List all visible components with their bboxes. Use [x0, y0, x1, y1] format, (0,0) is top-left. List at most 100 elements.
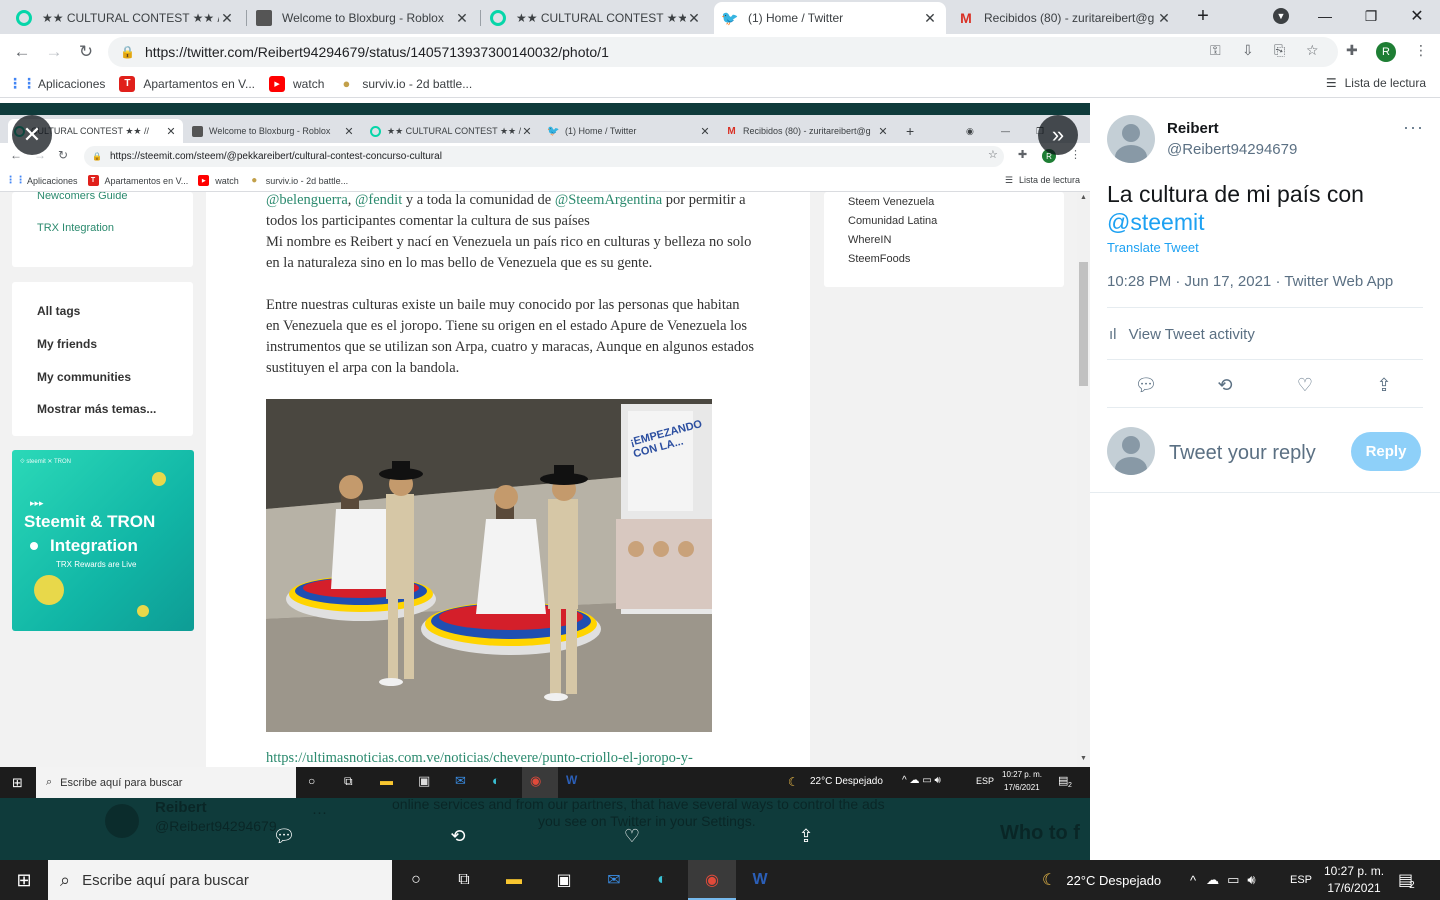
word-icon[interactable]: W [748, 868, 772, 892]
minimize-icon: — [1001, 126, 1010, 136]
trovit-icon: T [119, 75, 136, 92]
mention-link[interactable]: @steemit [1107, 209, 1204, 235]
retweet-icon[interactable]: ⟲ [1213, 373, 1237, 397]
shot-tab-cultural-2: ★★ CULTURAL CONTEST ★★ // ✕ [364, 119, 539, 143]
edge-icon[interactable]: ◐ [650, 868, 674, 892]
install-icon[interactable]: ⇩ [1242, 42, 1254, 59]
bookmark-apps[interactable]: ⋮⋮ Aplicaciones [8, 75, 105, 92]
word-icon: W [566, 773, 578, 787]
file-explorer-icon[interactable]: ▬ [502, 868, 526, 892]
more-options-icon[interactable]: ··· [1403, 117, 1424, 138]
article-paragraph-2: Mi nombre es Reibert y nací en Venezuela… [266, 234, 752, 271]
reload-button[interactable]: ↻ [74, 40, 98, 64]
minimize-button[interactable]: — [1302, 0, 1348, 32]
cortana-icon[interactable]: ○ [404, 868, 428, 892]
shot-tab-gmail: M Recibidos (80) - zuritareibert@g ✕ [727, 125, 888, 138]
store-icon[interactable]: ▣ [552, 868, 576, 892]
shot-toolbar: ← → ↻ 🔒 https://steemit.com/steem/@pekka… [0, 143, 1090, 170]
divider [1107, 407, 1423, 408]
reading-list-button[interactable]: ☰ Lista de lectura [1326, 76, 1426, 90]
menu-dots-icon[interactable]: ⋮ [1414, 42, 1428, 59]
forward-button[interactable]: → [42, 40, 66, 64]
divider [1107, 359, 1423, 360]
task-view-icon[interactable]: ⧉ [452, 868, 476, 892]
notification-count: 2 [1409, 879, 1415, 891]
close-icon[interactable]: ✕ [922, 10, 938, 27]
shot-tab-strip: CULTURAL CONTEST ★★ // ✕ Welcome to Blox… [0, 115, 1090, 143]
surviv-icon: ● [251, 175, 258, 186]
address-bar[interactable]: 🔒 https://twitter.com/Reibert94294679/st… [108, 37, 1338, 67]
twitter-icon: 🐦 [547, 125, 560, 137]
sidebar-links-card: Newcomers Guide TRX Integration [12, 192, 193, 267]
translate-tweet-link[interactable]: Translate Tweet [1107, 240, 1199, 255]
tab-search-button[interactable]: ▼ [1258, 0, 1304, 32]
expand-panel-button[interactable]: » [1038, 115, 1078, 155]
bookmark-star-icon[interactable]: ☆ [1306, 42, 1319, 59]
tray-icons: ^ ☁ ▭ 🔊︎ [902, 775, 941, 786]
coin-icon [137, 605, 149, 617]
tab-cultural-contest-1[interactable]: ★★ CULTURAL CONTEST ★★ // ✕ [8, 2, 243, 34]
clock[interactable]: 10:27 p. m. 17/6/2021 [1324, 860, 1384, 900]
reply-button[interactable]: Reply [1351, 432, 1421, 471]
tab-roblox[interactable]: Welcome to Bloxburg - Roblox ✕ [248, 2, 478, 34]
view-tweet-activity-link[interactable]: ıl View Tweet activity [1109, 326, 1255, 343]
mail-icon[interactable]: ✉ [602, 868, 626, 892]
profile-avatar[interactable]: R [1376, 42, 1396, 62]
share-icon[interactable]: ⇪ [794, 826, 818, 846]
reply-icon[interactable]: 💬︎ [1134, 373, 1158, 397]
close-icon[interactable]: ✕ [686, 10, 702, 27]
bookmark-apartamentos[interactable]: T Apartamentos en V... [119, 75, 255, 92]
bookmark-surviv[interactable]: ● surviv.io - 2d battle... [338, 76, 472, 92]
tweet-timestamp[interactable]: 10:28 PM · Jun 17, 2021 · Twitter Web Ap… [1107, 273, 1393, 290]
browser-toolbar: ← → ↻ 🔒 https://twitter.com/Reibert94294… [0, 34, 1440, 70]
communities-card: Steem Venezuela Comunidad Latina WhereIN… [824, 192, 1064, 287]
start-button[interactable]: ⊞ [0, 860, 48, 900]
user-handle[interactable]: @Reibert94294679 [1167, 141, 1297, 158]
reply-icon[interactable]: 💬︎ [272, 826, 296, 846]
retweet-icon[interactable]: ⟲ [446, 826, 470, 846]
twitter-icon: 🐦 [721, 9, 739, 26]
close-icon[interactable]: ✕ [219, 10, 235, 27]
bar-chart-icon: ıl [1109, 326, 1117, 343]
edge-icon: ◐ [492, 773, 500, 788]
user-display-name[interactable]: Reibert [1167, 120, 1219, 137]
close-photo-button[interactable]: ✕ [12, 115, 52, 155]
trovit-icon: T [87, 175, 99, 186]
extensions-icon[interactable]: ✚ [1346, 42, 1358, 59]
chrome-icon: ◉ [530, 773, 542, 788]
tray-icons[interactable]: ^ ☁ ▭ 🔊︎ [1190, 860, 1256, 900]
back-button[interactable]: ← [10, 40, 34, 64]
chrome-icon[interactable]: ◉ [700, 868, 724, 892]
translate-icon[interactable]: ⎘ [1274, 42, 1285, 59]
article-source-link: https://ultimasnoticias.com.ve/noticias/… [266, 750, 693, 766]
language-indicator[interactable]: ESP [1290, 860, 1312, 900]
tab-cultural-contest-2[interactable]: ★★ CULTURAL CONTEST ★★ // ✕ [482, 2, 710, 34]
more-topics-link: Mostrar más temas... [37, 402, 157, 416]
cortana-icon: ○ [308, 774, 316, 788]
close-window-button[interactable]: ✕ [1394, 0, 1440, 32]
taskbar-search-input[interactable]: ⌕ Escribe aquí para buscar [48, 860, 392, 900]
divider [1107, 307, 1423, 308]
all-tags-link: All tags [37, 304, 81, 318]
new-tab-button[interactable]: + [1180, 0, 1226, 32]
gmail-icon: M [960, 10, 972, 26]
share-icon[interactable]: ⇪ [1372, 373, 1396, 397]
scroll-down-icon: ▼ [1080, 755, 1087, 762]
ghost-text-1: online services and from our partners, t… [392, 796, 885, 812]
notification-icon: ▤ [1058, 775, 1069, 787]
article-paragraph-3: Entre nuestras culturas existe un baile … [266, 297, 755, 376]
file-explorer-icon: ▬ [380, 773, 393, 788]
user-avatar[interactable] [1107, 115, 1155, 163]
bookmark-watch[interactable]: ▶ watch [269, 75, 324, 92]
close-icon[interactable]: ✕ [454, 10, 470, 27]
restore-button[interactable]: ❐ [1348, 0, 1394, 32]
weather-widget[interactable]: ☾ 22°C Despejado [1042, 860, 1161, 900]
key-icon[interactable]: ⚿ [1210, 42, 1221, 59]
reply-input[interactable]: Tweet your reply [1169, 442, 1316, 465]
like-icon[interactable]: ♡ [620, 826, 644, 846]
notification-center-button[interactable]: ▤ 2 [1398, 860, 1415, 900]
close-icon[interactable]: ✕ [1156, 10, 1172, 27]
tab-gmail[interactable]: M Recibidos (80) - zuritareibert@g ✕ [950, 2, 1180, 34]
tab-twitter-home[interactable]: 🐦 (1) Home / Twitter ✕ [714, 2, 946, 34]
like-icon[interactable]: ♡ [1293, 373, 1317, 397]
